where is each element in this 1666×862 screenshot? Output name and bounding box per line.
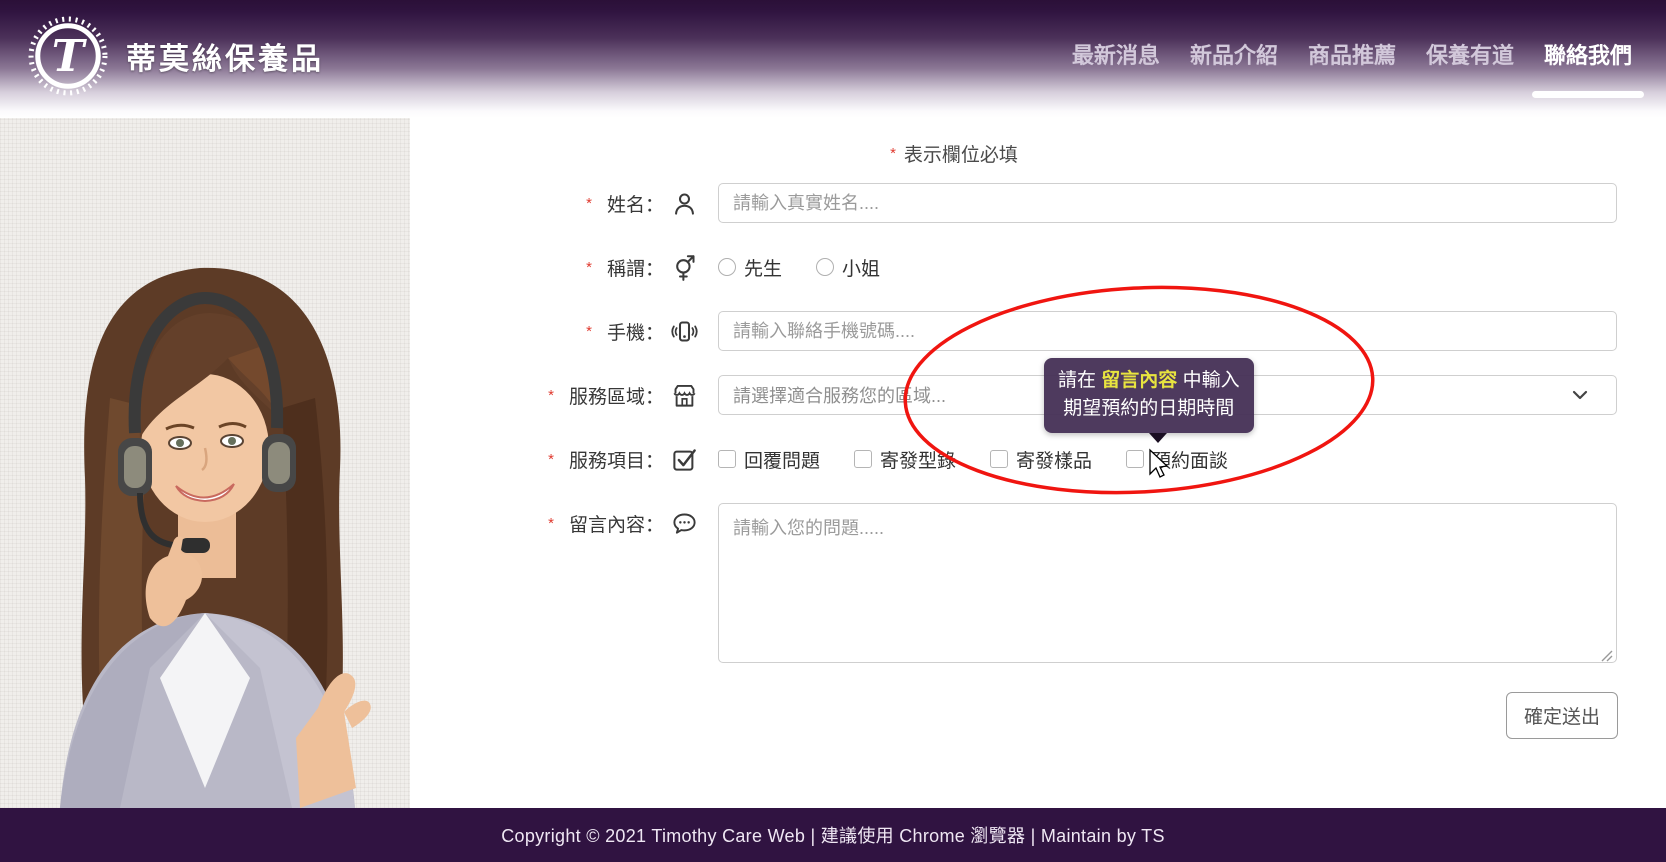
nav-item-news[interactable]: 最新消息 <box>1072 38 1160 70</box>
phone-input[interactable] <box>718 311 1617 351</box>
appointment-checkbox[interactable] <box>1126 450 1144 468</box>
nav-item-contact[interactable]: 聯絡我們 <box>1544 38 1632 70</box>
message-label-cell: * 留言內容： <box>410 503 718 543</box>
asterisk-icon: * <box>586 259 592 276</box>
name-label-cell: * 姓名： <box>410 183 718 223</box>
customer-service-photo <box>0 118 410 808</box>
name-label: 姓名： <box>607 190 664 217</box>
service-option-reply[interactable]: 回覆問題 <box>718 446 820 473</box>
tooltip-highlight: 留言內容 <box>1101 370 1177 391</box>
site-header: T 蒂莫絲保養品 最新消息 新品介紹 商品推薦 保養有道 聯絡我們 <box>0 0 1666 118</box>
service-option-sample[interactable]: 寄發樣品 <box>990 446 1092 473</box>
contact-page: T 蒂莫絲保養品 最新消息 新品介紹 商品推薦 保養有道 聯絡我們 <box>0 0 1666 862</box>
contact-form: * 表示欄位必填 * 姓名： * <box>410 118 1666 808</box>
brand-t-emblem-icon: T <box>26 14 110 98</box>
site-footer: Copyright © 2021 Timothy Care Web | 建議使用… <box>0 808 1666 862</box>
message-textarea[interactable] <box>718 503 1617 663</box>
phone-label-cell: * 手機： <box>410 311 718 351</box>
phone-row: * 手機： <box>410 311 1618 351</box>
submit-row: 確定送出 <box>410 692 1618 739</box>
phone-label: 手機： <box>607 318 664 345</box>
brand: T 蒂莫絲保養品 <box>0 0 324 98</box>
tooltip-line1: 請在 留言內容 中輸入 <box>1058 367 1240 395</box>
salutation-row: * 稱謂： 先生 小姐 <box>410 247 1618 287</box>
main-nav: 最新消息 新品介紹 商品推薦 保養有道 聯絡我們 <box>1072 0 1666 70</box>
asterisk-icon: * <box>586 195 592 212</box>
asterisk-icon: * <box>548 515 554 532</box>
region-label-cell: * 服務區域： <box>410 375 718 415</box>
region-select-value: 請選擇適合服務您的區域... <box>733 382 946 408</box>
message-row: * 留言內容： <box>410 503 1618 668</box>
required-note-text: 表示欄位必填 <box>904 145 1018 166</box>
salutation-option-ms[interactable]: 小姐 <box>816 254 880 281</box>
mobile-vibrate-icon <box>671 318 698 345</box>
copyright-text: Copyright © 2021 Timothy Care Web | 建議使用… <box>501 822 1165 848</box>
mr-label: 先生 <box>744 254 782 281</box>
phone-control <box>718 311 1617 351</box>
asterisk-icon: * <box>890 145 896 162</box>
services-label-cell: * 服務項目： <box>410 439 718 479</box>
tooltip-line2: 期望預約的日期時間 <box>1058 395 1240 423</box>
salutation-label-cell: * 稱謂： <box>410 247 718 287</box>
salutation-label: 稱謂： <box>607 254 664 281</box>
catalog-checkbox[interactable] <box>854 450 872 468</box>
storefront-icon <box>671 382 698 409</box>
sample-checkbox[interactable] <box>990 450 1008 468</box>
name-input[interactable] <box>718 183 1617 223</box>
ms-label: 小姐 <box>842 254 880 281</box>
svg-text:T: T <box>52 31 88 82</box>
person-icon <box>671 190 698 217</box>
speech-bubble-icon <box>671 510 698 537</box>
nav-item-new-products[interactable]: 新品介紹 <box>1190 38 1278 70</box>
appointment-tooltip: 請在 留言內容 中輸入 期望預約的日期時間 <box>1044 358 1254 433</box>
submit-button[interactable]: 確定送出 <box>1506 692 1618 739</box>
services-label: 服務項目： <box>569 446 664 473</box>
mr-radio[interactable] <box>718 258 736 276</box>
required-note: * 表示欄位必填 <box>350 132 1558 167</box>
service-option-appointment[interactable]: 預約面談 <box>1126 446 1228 473</box>
services-options: 回覆問題 寄發型錄 寄發樣品 預約面談 <box>718 439 1617 479</box>
service-option-catalog[interactable]: 寄發型錄 <box>854 446 956 473</box>
chevron-down-icon <box>1570 385 1590 405</box>
service-woman-illustration <box>0 148 410 808</box>
reply-checkbox[interactable] <box>718 450 736 468</box>
brand-title: 蒂莫絲保養品 <box>126 34 324 78</box>
nav-item-care-tips[interactable]: 保養有道 <box>1426 38 1514 70</box>
salutation-options: 先生 小姐 <box>718 247 1617 287</box>
gender-icon <box>671 254 698 281</box>
checkbox-check-icon <box>671 446 698 473</box>
asterisk-icon: * <box>548 451 554 468</box>
services-row: * 服務項目： 回覆問題 寄發型錄 <box>410 439 1618 479</box>
nav-item-recommend[interactable]: 商品推薦 <box>1308 38 1396 70</box>
content-area: * 表示欄位必填 * 姓名： * <box>0 118 1666 808</box>
region-label: 服務區域： <box>569 382 664 409</box>
ms-radio[interactable] <box>816 258 834 276</box>
region-row: * 服務區域： 請選擇適合服務您的區域... <box>410 375 1618 415</box>
name-control <box>718 183 1617 223</box>
name-row: * 姓名： <box>410 183 1618 223</box>
message-label: 留言內容： <box>569 510 664 537</box>
asterisk-icon: * <box>586 323 592 340</box>
asterisk-icon: * <box>548 387 554 404</box>
message-control <box>718 503 1617 668</box>
salutation-option-mr[interactable]: 先生 <box>718 254 782 281</box>
